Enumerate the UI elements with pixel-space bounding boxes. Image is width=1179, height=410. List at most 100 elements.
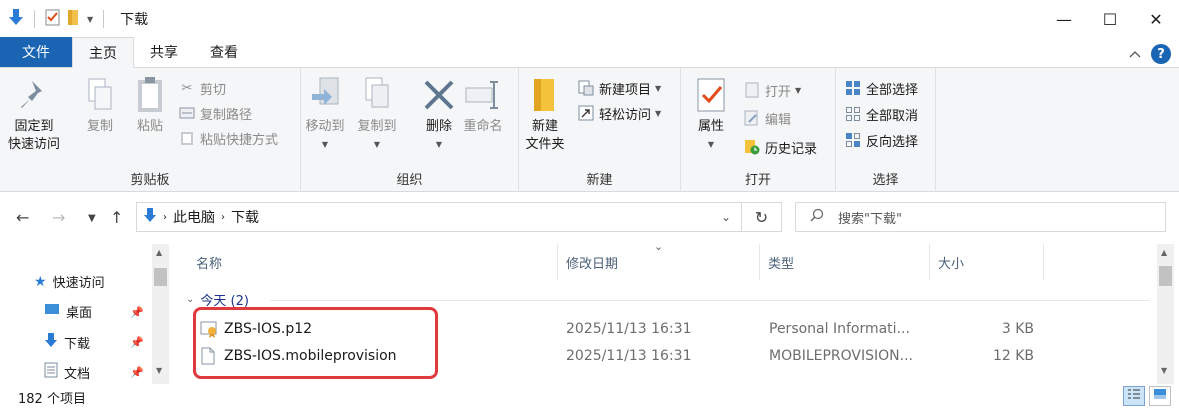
- customize-toolbar-dropdown-icon[interactable]: ▼: [87, 15, 93, 24]
- rename-icon: [463, 74, 503, 116]
- rename-button[interactable]: 重命名: [463, 74, 503, 136]
- details-view-button[interactable]: [1123, 386, 1145, 406]
- folder-icon: [525, 74, 565, 116]
- select-none-button[interactable]: 全部取消: [844, 102, 918, 126]
- move-to-button[interactable]: 移动到 ▼: [305, 74, 345, 154]
- history-icon: [743, 138, 761, 156]
- large-icons-view-button[interactable]: [1149, 386, 1171, 406]
- new-item-button[interactable]: 新建项目 ▼: [577, 76, 661, 100]
- copy-to-icon: [357, 74, 397, 116]
- quick-access-toolbar: ▼ 下载: [0, 8, 148, 30]
- close-button[interactable]: ✕: [1133, 0, 1179, 38]
- copy-path-icon: [178, 104, 196, 122]
- scrollbar-thumb[interactable]: [1159, 266, 1172, 286]
- group-new: 新建 文件夹 新建项目 ▼ 轻松访问 ▼ 新建: [519, 68, 681, 192]
- column-header-size[interactable]: 大小: [930, 244, 1044, 280]
- item-count: 182 个项目: [18, 391, 86, 407]
- new-folder-icon[interactable]: [67, 8, 81, 30]
- collapse-ribbon-icon[interactable]: [1129, 47, 1141, 62]
- forward-arrow-icon[interactable]: →: [52, 208, 65, 227]
- properties-check-icon[interactable]: [45, 8, 61, 30]
- select-all-button[interactable]: 全部选择: [844, 76, 918, 100]
- delete-button[interactable]: 删除 ▼: [419, 74, 459, 154]
- new-folder-button[interactable]: 新建 文件夹: [525, 74, 565, 154]
- minimize-button[interactable]: —: [1041, 0, 1087, 38]
- select-all-icon: [844, 79, 862, 97]
- address-dropdown-chevron-icon[interactable]: ⌄: [721, 210, 731, 224]
- nav-item-quick-access[interactable]: ★ 快速访问: [34, 272, 105, 292]
- group-label-new: 新建: [586, 173, 613, 188]
- group-clipboard: 固定到 快速访问 复制 粘贴 ✂ 剪切 复制路径 粘贴快捷方式 剪贴板: [0, 68, 301, 192]
- properties-button[interactable]: 属性 ▼: [691, 74, 731, 154]
- group-select: 全部选择 全部取消 反向选择 选择: [836, 68, 936, 192]
- column-header-name[interactable]: 名称: [188, 244, 558, 280]
- scroll-down-icon[interactable]: ▼: [156, 366, 162, 375]
- maximize-button[interactable]: ☐: [1087, 0, 1133, 38]
- scroll-up-icon[interactable]: ▲: [1161, 248, 1167, 257]
- edit-button[interactable]: 编辑: [743, 106, 791, 130]
- copy-path-button[interactable]: 复制路径: [178, 101, 252, 125]
- cut-button[interactable]: ✂ 剪切: [178, 76, 226, 100]
- address-bar[interactable]: › 此电脑 › 下载 ⌄: [136, 202, 742, 232]
- paste-shortcut-button[interactable]: 粘贴快捷方式: [178, 126, 278, 150]
- group-label-open: 打开: [744, 173, 771, 188]
- pin-icon: 📌: [130, 366, 144, 379]
- paste-icon: [130, 74, 170, 116]
- pin-icon: 📌: [130, 336, 144, 349]
- invert-selection-button[interactable]: 反向选择: [844, 128, 918, 152]
- open-file-icon: [743, 81, 761, 99]
- scissors-icon: ✂: [181, 80, 193, 96]
- file-size: 12 KB: [992, 348, 1034, 364]
- breadcrumb-this-pc[interactable]: 此电脑: [173, 207, 215, 227]
- open-button[interactable]: 打开 ▼: [743, 78, 801, 102]
- new-item-icon: [577, 79, 595, 97]
- title-bar: ▼ 下载 — ☐ ✕: [0, 0, 1179, 38]
- pin-icon: 📌: [130, 306, 144, 319]
- large-icons-view-icon: [1153, 388, 1167, 404]
- document-icon: [44, 362, 58, 382]
- window-title: 下载: [120, 12, 149, 28]
- scroll-down-icon[interactable]: ▼: [1161, 366, 1167, 375]
- easy-access-button[interactable]: 轻松访问 ▼: [577, 101, 661, 125]
- file-list-scrollbar[interactable]: ▲ ▼: [1157, 244, 1174, 384]
- scroll-up-icon[interactable]: ▲: [156, 248, 162, 257]
- separator: [34, 10, 35, 28]
- up-arrow-icon[interactable]: ↑: [110, 208, 123, 227]
- file-date: 2025/11/13 16:31: [566, 321, 692, 337]
- select-none-icon: [844, 105, 862, 123]
- ribbon-tabs: 文件 主页 共享 查看 ?: [0, 37, 1179, 68]
- breadcrumb-separator-icon[interactable]: ›: [221, 212, 225, 223]
- help-icon[interactable]: ?: [1151, 44, 1171, 64]
- copy-button[interactable]: 复制: [80, 74, 120, 136]
- easy-access-icon: [577, 104, 595, 122]
- star-icon: ★: [34, 273, 47, 290]
- refresh-icon[interactable]: ↻: [742, 202, 782, 232]
- breadcrumb-downloads[interactable]: 下载: [231, 207, 259, 227]
- tab-share[interactable]: 共享: [134, 37, 194, 67]
- search-icon: [810, 208, 824, 226]
- file-type: MOBILEPROVISION...: [769, 348, 913, 364]
- copy-to-button[interactable]: 复制到 ▼: [357, 74, 397, 154]
- paste-button[interactable]: 粘贴: [130, 74, 170, 136]
- pin-to-quick-access-button[interactable]: 固定到 快速访问: [8, 74, 60, 154]
- group-label-clipboard: 剪贴板: [130, 173, 170, 188]
- column-header-date[interactable]: 修改日期: [558, 244, 760, 280]
- search-input[interactable]: 搜索"下载": [795, 202, 1166, 232]
- nav-pane-scrollbar[interactable]: ▲ ▼: [152, 244, 169, 384]
- delete-x-icon: [419, 74, 459, 116]
- download-arrow-icon: [44, 332, 58, 352]
- tab-view[interactable]: 查看: [194, 37, 254, 67]
- recent-locations-chevron-icon[interactable]: ▼: [88, 213, 96, 224]
- scrollbar-thumb[interactable]: [154, 268, 167, 286]
- breadcrumb-separator-icon[interactable]: ›: [163, 212, 167, 223]
- back-arrow-icon[interactable]: ←: [16, 208, 29, 227]
- tab-home[interactable]: 主页: [72, 37, 134, 68]
- collapse-chevron-icon[interactable]: ⌄: [186, 294, 194, 305]
- desktop-icon: [44, 303, 60, 321]
- history-button[interactable]: 历史记录: [743, 135, 817, 159]
- file-type: Personal Informati...: [769, 321, 910, 337]
- highlight-annotation: [193, 307, 438, 379]
- column-header-type[interactable]: 类型: [760, 244, 930, 280]
- ribbon: 固定到 快速访问 复制 粘贴 ✂ 剪切 复制路径 粘贴快捷方式 剪贴板 移动到 …: [0, 68, 1179, 192]
- tab-file[interactable]: 文件: [0, 37, 72, 67]
